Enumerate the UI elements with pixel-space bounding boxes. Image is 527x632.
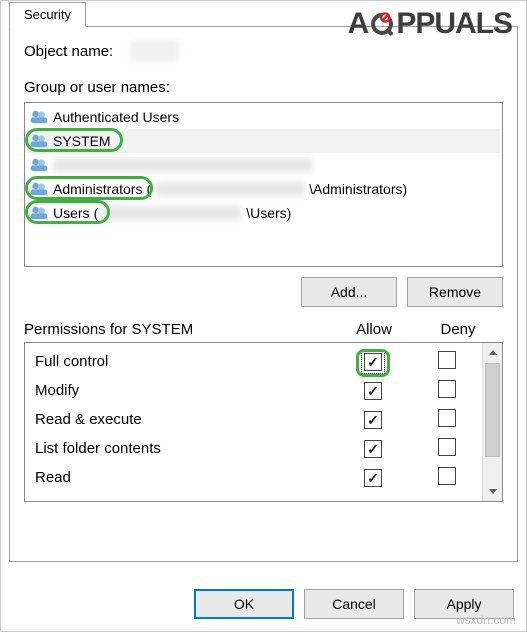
users-icon <box>29 181 49 197</box>
permissions-list: Full control Modify Read & execute <box>24 342 503 502</box>
tab-security[interactable]: Security <box>9 2 86 27</box>
object-name-label: Object name: <box>24 43 113 60</box>
permission-label: Modify <box>25 382 334 399</box>
allow-checkbox[interactable] <box>364 353 382 371</box>
permission-row: Read & execute <box>25 405 482 434</box>
list-item-label: Authenticated Users <box>53 109 179 125</box>
list-item[interactable]: Administrators ( \Administrators) <box>27 177 500 201</box>
scroll-down-icon[interactable] <box>483 481 502 501</box>
ok-button[interactable]: OK <box>194 589 294 619</box>
column-allow-label: Allow <box>335 321 413 338</box>
list-item[interactable]: SYSTEM <box>27 129 500 153</box>
remove-button[interactable]: Remove <box>407 277 503 307</box>
allow-checkbox[interactable] <box>364 440 382 458</box>
users-icon <box>29 109 49 125</box>
deny-checkbox[interactable] <box>438 467 456 485</box>
list-item-label: SYSTEM <box>53 133 111 149</box>
deny-checkbox[interactable] <box>438 351 456 369</box>
deny-checkbox[interactable] <box>438 380 456 398</box>
list-item[interactable]: Authenticated Users <box>27 105 500 129</box>
deny-checkbox[interactable] <box>438 409 456 427</box>
allow-checkbox[interactable] <box>364 382 382 400</box>
redacted-text <box>53 158 313 172</box>
footer-watermark: wsxdn.com <box>456 613 516 627</box>
redacted-text <box>102 206 242 220</box>
security-tab-panel: Object name: Group or user names: Authen… <box>9 26 518 562</box>
object-name-value <box>131 41 179 61</box>
list-item-label: Administrators <box>53 181 142 197</box>
deny-checkbox[interactable] <box>438 438 456 456</box>
permissions-for-label: Permissions for SYSTEM <box>24 321 335 338</box>
permission-row: Full control <box>25 347 482 376</box>
list-item[interactable]: Users ( \Users) <box>27 201 500 225</box>
permission-row: List folder contents <box>25 434 482 463</box>
permission-label: List folder contents <box>25 440 334 457</box>
list-item[interactable] <box>27 153 500 177</box>
list-item-suffix-paren: ( <box>146 181 151 197</box>
group-user-names-list[interactable]: Authenticated Users SYSTEM <box>24 102 503 267</box>
scrollbar[interactable] <box>482 343 502 501</box>
list-item-suffix: \Administrators) <box>309 181 407 197</box>
allow-checkbox[interactable] <box>364 411 382 429</box>
list-item-suffix-paren: ( <box>94 205 99 221</box>
scroll-track[interactable] <box>483 363 502 481</box>
permission-label: Read & execute <box>25 411 334 428</box>
permission-label: Full control <box>25 353 334 370</box>
permission-row: Read <box>25 463 482 492</box>
users-icon <box>29 157 49 173</box>
users-icon <box>29 133 49 149</box>
users-icon <box>29 205 49 221</box>
watermark-logo: A PPUALS <box>348 7 512 41</box>
permission-row: Modify <box>25 376 482 405</box>
allow-checkbox[interactable] <box>364 469 382 487</box>
cancel-button[interactable]: Cancel <box>304 589 404 619</box>
scroll-thumb[interactable] <box>485 363 500 457</box>
group-user-names-label: Group or user names: <box>24 79 503 96</box>
watermark-icon <box>369 11 395 37</box>
add-button[interactable]: Add... <box>301 277 397 307</box>
column-deny-label: Deny <box>413 321 503 338</box>
list-item-label: Users <box>53 205 90 221</box>
permission-label: Read <box>25 469 334 486</box>
list-item-suffix: \Users) <box>246 205 291 221</box>
scroll-up-icon[interactable] <box>483 343 502 363</box>
redacted-text <box>155 182 305 196</box>
